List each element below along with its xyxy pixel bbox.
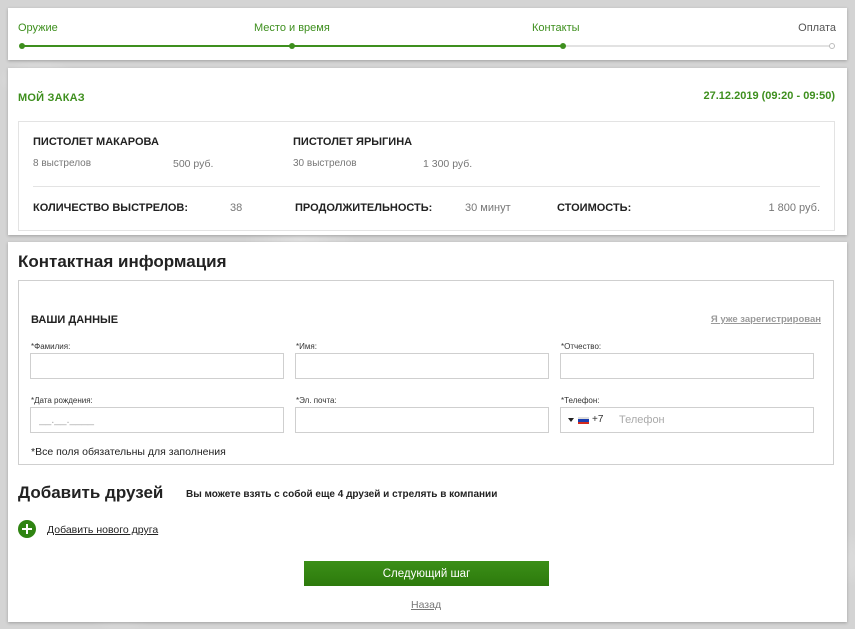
email-input[interactable] <box>295 407 549 433</box>
required-fields-note: *Все поля обязательны для заполнения <box>31 446 226 458</box>
lastname-input[interactable] <box>30 353 284 379</box>
cost-value: 1 800 руб. <box>768 202 820 214</box>
section-title: Контактная информация <box>18 252 227 271</box>
step-dot-payment <box>829 43 835 49</box>
cost-label: СТОИМОСТЬ: <box>557 202 632 214</box>
russia-flag-icon[interactable] <box>578 417 589 424</box>
weapon-price: 1 300 руб. <box>423 158 473 170</box>
checkout-steps: Оружие Место и время Контакты Оплата <box>8 8 847 60</box>
country-dropdown-caret-icon[interactable] <box>568 418 574 422</box>
already-registered-link[interactable]: Я уже зарегистрирован <box>711 314 821 325</box>
back-link[interactable]: Назад <box>411 599 441 611</box>
step-dot-weapon <box>19 43 25 49</box>
add-friends-subtitle: Вы можете взять с собой еще 4 друзей и с… <box>186 489 498 500</box>
birthdate-label: *Дата рождения: <box>31 396 93 405</box>
phone-country-code: +7 <box>592 414 604 425</box>
weapon-shots: 30 выстрелов <box>293 158 357 169</box>
total-shots-value: 38 <box>230 202 243 214</box>
middlename-input[interactable] <box>560 353 814 379</box>
weapon-name: ПИСТОЛЕТ МАКАРОВА <box>33 136 159 148</box>
order-details: ПИСТОЛЕТ МАКАРОВА 8 выстрелов 500 руб. П… <box>18 121 835 231</box>
duration-label: ПРОДОЛЖИТЕЛЬНОСТЬ: <box>295 202 433 214</box>
weapon-price: 500 руб. <box>173 158 214 170</box>
step-payment: Оплата <box>798 22 836 34</box>
personal-data-form: ВАШИ ДАННЫЕ Я уже зарегистрирован *Фамил… <box>18 280 834 465</box>
order-summary: МОЙ ЗАКАЗ 27.12.2019 (09:20 - 09:50) ПИС… <box>8 68 847 235</box>
email-label: *Эл. почта: <box>296 396 337 405</box>
firstname-input[interactable] <box>295 353 549 379</box>
phone-input[interactable] <box>611 408 811 432</box>
step-dot-place-time <box>289 43 295 49</box>
phone-field: +7 <box>560 407 814 433</box>
middlename-label: *Отчество: <box>561 342 602 351</box>
form-title: ВАШИ ДАННЫЕ <box>31 314 119 326</box>
duration-value: 30 минут <box>465 202 511 214</box>
contact-section: Контактная информация ВАШИ ДАННЫЕ Я уже … <box>8 242 847 622</box>
firstname-label: *Имя: <box>296 342 317 351</box>
step-dot-contacts <box>560 43 566 49</box>
phone-label: *Телефон: <box>561 396 600 405</box>
next-step-button[interactable]: Следующий шаг <box>304 561 549 586</box>
step-place-time[interactable]: Место и время <box>254 22 330 34</box>
total-shots-label: КОЛИЧЕСТВО ВЫСТРЕЛОВ: <box>33 202 189 214</box>
step-weapon[interactable]: Оружие <box>18 22 58 34</box>
birthdate-input[interactable] <box>30 407 284 433</box>
add-friends-title: Добавить друзей <box>18 483 164 502</box>
add-friend-label[interactable]: Добавить нового друга <box>47 524 158 536</box>
weapon-name: ПИСТОЛЕТ ЯРЫГИНА <box>293 136 413 148</box>
order-title: МОЙ ЗАКАЗ <box>18 92 85 104</box>
order-date: 27.12.2019 (09:20 - 09:50) <box>703 90 835 102</box>
weapon-shots: 8 выстрелов <box>33 158 92 169</box>
plus-icon[interactable] <box>18 520 36 538</box>
steps-track <box>19 43 835 49</box>
lastname-label: *Фамилия: <box>31 342 71 351</box>
order-divider <box>33 186 820 187</box>
step-contacts[interactable]: Контакты <box>532 22 580 34</box>
